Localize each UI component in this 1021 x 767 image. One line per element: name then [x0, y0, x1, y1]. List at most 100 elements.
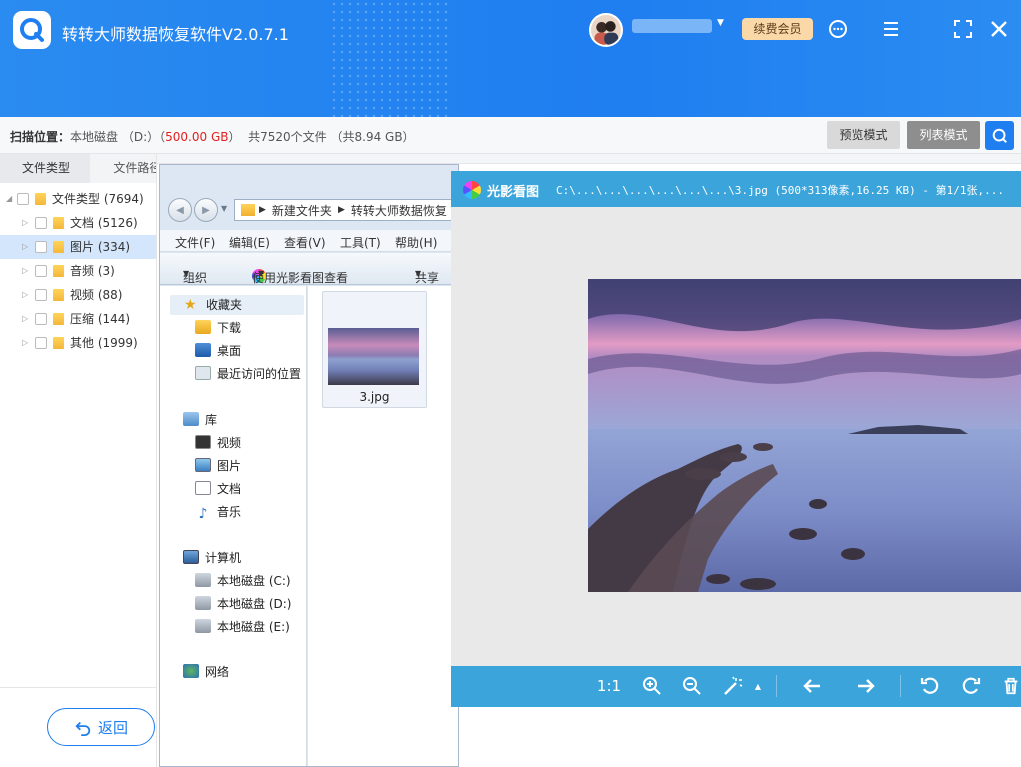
folder-icon: [53, 265, 64, 277]
tree-item-label: 视频 (88): [70, 288, 123, 302]
checkbox[interactable]: [35, 265, 47, 277]
checkbox[interactable]: [17, 193, 29, 205]
chevron-right-icon[interactable]: ▷: [22, 235, 28, 259]
header-decoration: [330, 0, 450, 117]
menu-help[interactable]: 帮助(H): [395, 234, 437, 251]
nav-recent[interactable]: 最近访问的位置: [195, 364, 301, 384]
nav-network[interactable]: 网络: [183, 662, 229, 682]
chevron-right-icon[interactable]: ▷: [22, 331, 28, 355]
zoom-in-icon[interactable]: [639, 673, 665, 699]
checkbox[interactable]: [35, 313, 47, 325]
chevron-right-icon[interactable]: ▷: [22, 283, 28, 307]
folder-icon: [53, 337, 64, 349]
menu-view[interactable]: 查看(V): [284, 234, 326, 251]
nav-library[interactable]: 库: [183, 410, 217, 430]
back-button[interactable]: 返回: [47, 708, 155, 746]
rotate-right-icon[interactable]: [958, 673, 984, 699]
tree-item-audio[interactable]: ▷ 音频 (3): [0, 259, 156, 283]
scan-summary: 共7520个文件 （共8.94 GB）: [248, 130, 415, 144]
app-title: 转转大师数据恢复软件V2.0.7.1: [62, 25, 289, 44]
file-item[interactable]: 3.jpg: [322, 291, 427, 408]
close-icon[interactable]: [988, 18, 1010, 40]
drive-icon: [195, 596, 211, 610]
nav-label: 计算机: [205, 551, 242, 565]
nav-label: 网络: [205, 665, 230, 679]
chevron-up-icon[interactable]: ▲: [751, 673, 765, 699]
avatar[interactable]: [589, 13, 623, 47]
undo-icon: [75, 721, 91, 736]
chevron-down-icon[interactable]: ▼: [221, 204, 227, 213]
tree-item-all[interactable]: ◢ 文件类型 (7694): [0, 187, 156, 211]
nav-music[interactable]: ♪ 音乐: [195, 502, 241, 522]
folder-icon: [53, 241, 64, 253]
chevron-down-icon[interactable]: ◢: [6, 187, 12, 211]
menu-edit[interactable]: 编辑(E): [229, 234, 270, 251]
nav-label: 音乐: [217, 505, 242, 519]
tree-item-video[interactable]: ▷ 视频 (88): [0, 283, 156, 307]
menu-tools[interactable]: 工具(T): [340, 234, 381, 251]
nav-pictures[interactable]: 图片: [195, 456, 241, 476]
tab-file-type[interactable]: 文件类型: [0, 154, 91, 183]
delete-icon[interactable]: [1001, 673, 1021, 699]
nav-computer[interactable]: 计算机: [183, 548, 241, 568]
checkbox[interactable]: [35, 289, 47, 301]
nav-disk-c[interactable]: 本地磁盘 (C:): [195, 571, 291, 591]
fullscreen-icon[interactable]: [952, 18, 974, 40]
rotate-left-icon[interactable]: [917, 673, 943, 699]
chevron-right-icon[interactable]: ▷: [22, 211, 28, 235]
forward-nav-button[interactable]: ▶: [194, 198, 218, 222]
checkbox[interactable]: [35, 337, 47, 349]
actual-size-button[interactable]: 1:1: [594, 673, 624, 699]
file-list-header: [157, 154, 1021, 164]
chevron-down-icon[interactable]: ▼: [717, 18, 724, 28]
divider: [776, 675, 777, 697]
tree-item-label: 文件类型 (7694): [52, 192, 144, 206]
menu-icon[interactable]: [880, 18, 902, 40]
search-button[interactable]: [985, 121, 1014, 150]
nav-label: 视频: [217, 436, 242, 450]
checkbox[interactable]: [35, 241, 47, 253]
tree-item-other[interactable]: ▷ 其他 (1999): [0, 331, 156, 355]
music-icon: ♪: [198, 506, 208, 522]
nav-downloads[interactable]: 下载: [195, 318, 241, 338]
nav-disk-e[interactable]: 本地磁盘 (E:): [195, 617, 290, 637]
chevron-down-icon: ▼: [183, 269, 190, 278]
nav-label: 图片: [217, 459, 242, 473]
address-segment[interactable]: 转转大师数据恢复: [351, 202, 447, 219]
user-name-redacted[interactable]: [632, 19, 712, 33]
list-mode-button[interactable]: 列表模式: [907, 121, 980, 149]
scan-disk-size: 500.00 GB: [165, 130, 229, 144]
magic-icon[interactable]: [719, 673, 745, 699]
support-icon[interactable]: [827, 18, 849, 40]
renew-membership-button[interactable]: 续费会员: [742, 18, 813, 40]
nav-favorites[interactable]: ★ 收藏夹: [170, 295, 304, 315]
nav-label: 桌面: [217, 344, 242, 358]
nav-documents[interactable]: 文档: [195, 479, 241, 499]
left-panel: 文件类型 文件路径 ◢ 文件类型 (7694) ▷ 文档 (5126) ▷ 图片…: [0, 154, 157, 767]
checkbox[interactable]: [35, 217, 47, 229]
computer-icon: [183, 550, 199, 564]
tab-file-path[interactable]: 文件路径: [90, 154, 156, 183]
chevron-right-icon[interactable]: ▷: [22, 259, 28, 283]
arrow-left-icon[interactable]: [799, 673, 825, 699]
nav-label: 收藏夹: [206, 298, 243, 312]
tree-item-archives[interactable]: ▷ 压缩 (144): [0, 307, 156, 331]
address-segment[interactable]: 新建文件夹: [272, 202, 332, 219]
document-icon: [195, 481, 211, 495]
tree-item-pictures[interactable]: ▷ 图片 (334): [0, 235, 156, 259]
nav-videos[interactable]: 视频: [195, 433, 241, 453]
tree-item-documents[interactable]: ▷ 文档 (5126): [0, 211, 156, 235]
recent-places-icon: [195, 366, 211, 380]
nav-desktop[interactable]: 桌面: [195, 341, 241, 361]
back-nav-button[interactable]: ◀: [168, 198, 192, 222]
chevron-right-icon[interactable]: ▷: [22, 307, 28, 331]
preview-image: [588, 279, 1021, 592]
address-bar[interactable]: ▶ 新建文件夹 ▶ 转转大师数据恢复: [234, 199, 458, 221]
arrow-right-icon[interactable]: [853, 673, 879, 699]
preview-mode-button[interactable]: 预览模式: [827, 121, 900, 149]
scan-info-bar: 扫描位置：本地磁盘 （D:）（500.00 GB） 共7520个文件 （共8.9…: [0, 117, 1021, 154]
zoom-out-icon[interactable]: [679, 673, 705, 699]
menu-file[interactable]: 文件(F): [175, 234, 215, 251]
nav-disk-d[interactable]: 本地磁盘 (D:): [195, 594, 291, 614]
explorer-toolbar: 组织 ▼ 使用光影看图查看 ▼ 共享 ▼: [160, 253, 458, 285]
